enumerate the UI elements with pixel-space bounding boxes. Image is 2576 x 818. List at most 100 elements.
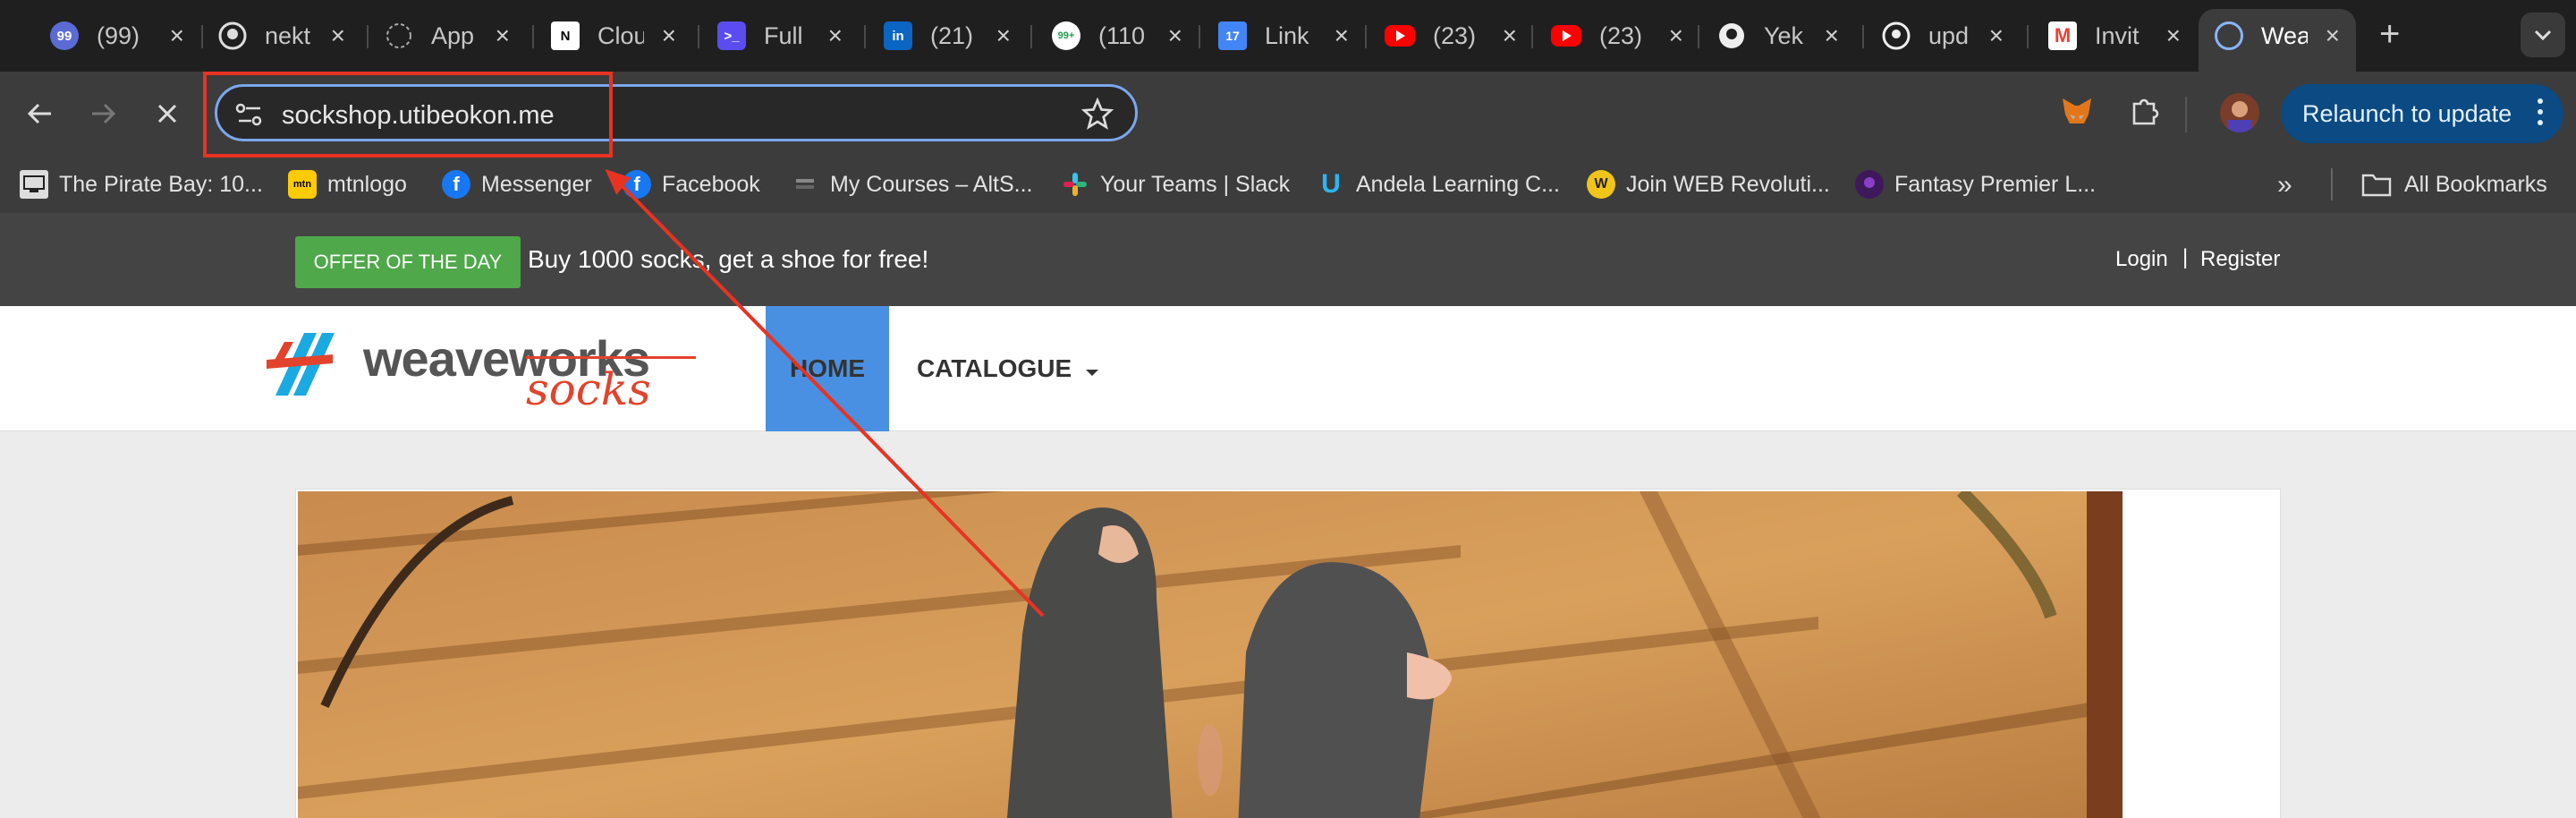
close-icon[interactable]: ×: [2166, 21, 2181, 50]
tab-separator: [1862, 25, 1864, 48]
tab-13[interactable]: M Invit ×: [2048, 11, 2181, 61]
close-icon[interactable]: ×: [1989, 21, 2004, 50]
weaveworks-socks-logo[interactable]: weaveworks socks: [267, 324, 696, 415]
address-bar[interactable]: sockshop.utibeokon.me: [215, 84, 1138, 141]
github-icon: [1882, 21, 1911, 50]
login-link[interactable]: Login: [2115, 247, 2168, 272]
bookmark-item[interactable]: mtn mtnlogo: [288, 168, 407, 200]
bookmark-item[interactable]: Your Teams | Slack: [1061, 168, 1290, 200]
weaveworks-mark-icon: [267, 333, 335, 396]
andela-icon: U: [1321, 169, 1341, 199]
close-icon[interactable]: ×: [1669, 21, 1683, 50]
gmail-icon: M: [2048, 21, 2077, 50]
linkedin-icon: in: [884, 21, 912, 50]
logo-strike: [526, 356, 696, 359]
toolbar-separator: [2185, 97, 2187, 132]
close-icon[interactable]: ×: [1503, 21, 1517, 50]
all-bookmarks-button[interactable]: All Bookmarks: [2361, 168, 2547, 200]
arrow-right-icon: [92, 103, 116, 124]
facebook-icon: f: [442, 170, 470, 199]
notification-badge-icon: 99: [50, 21, 79, 50]
bookmark-item[interactable]: The Pirate Bay: 10...: [20, 168, 263, 200]
caret-down-icon: [1085, 370, 1098, 376]
tab-12[interactable]: upd ×: [1882, 11, 2004, 61]
all-bookmarks-label: All Bookmarks: [2404, 171, 2547, 197]
avatar[interactable]: [2220, 93, 2259, 132]
tab-title: Clou: [597, 21, 644, 49]
tab-5[interactable]: >_ Full ×: [717, 11, 843, 61]
new-tab-button[interactable]: +: [2379, 14, 2400, 55]
close-icon[interactable]: ×: [1168, 21, 1182, 50]
metamask-icon[interactable]: [2059, 93, 2095, 133]
close-icon[interactable]: ×: [996, 21, 1011, 50]
close-icon[interactable]: ×: [496, 21, 510, 50]
tab-4[interactable]: N Clou ×: [551, 11, 676, 61]
slack-icon: [1061, 170, 1089, 199]
tab-3[interactable]: App ×: [385, 11, 510, 61]
tab-separator: [1030, 25, 1032, 48]
bookmarks-divider: [2331, 168, 2333, 200]
nav-home[interactable]: HOME: [766, 306, 889, 431]
close-icon[interactable]: ×: [662, 21, 676, 50]
tab-1[interactable]: 99 (99) ×: [50, 11, 184, 61]
bookmark-item[interactable]: f Messenger: [442, 168, 592, 200]
tab-title: (21): [930, 21, 974, 49]
tab-separator: [201, 25, 203, 48]
bookmark-item[interactable]: f Facebook: [623, 168, 760, 200]
close-icon[interactable]: ×: [331, 21, 345, 50]
url-text[interactable]: sockshop.utibeokon.me: [282, 101, 555, 131]
tab-10[interactable]: (23) ×: [1551, 11, 1683, 61]
stop-loading-button[interactable]: [145, 91, 190, 136]
tab-title: upd: [1928, 21, 1970, 49]
tab-2[interactable]: nekt ×: [218, 11, 345, 61]
bookmark-item[interactable]: Fantasy Premier L...: [1855, 168, 2096, 200]
bookmark-item[interactable]: W Join WEB Revoluti...: [1587, 168, 1830, 200]
tab-separator: [698, 25, 699, 48]
bookmark-item[interactable]: U Andela Learning C...: [1317, 168, 1560, 200]
forward-button[interactable]: [80, 91, 125, 136]
nav-catalogue[interactable]: CATALOGUE: [917, 354, 1100, 383]
github-icon: [218, 21, 247, 50]
kebab-menu-icon[interactable]: [2537, 97, 2544, 133]
site-topbar: OFFER OF THE DAY Buy 1000 socks, get a s…: [0, 213, 2576, 306]
tab-9[interactable]: (23) ×: [1385, 11, 1517, 61]
close-icon[interactable]: ×: [1825, 21, 1839, 50]
tab-title: Full: [764, 21, 803, 49]
relaunch-to-update-button[interactable]: Relaunch to update: [2281, 84, 2563, 143]
extensions-puzzle-icon[interactable]: [2129, 95, 2161, 132]
bookmark-star-icon[interactable]: [1080, 97, 1114, 134]
close-icon[interactable]: ×: [828, 21, 843, 50]
logo-sub-text: socks: [526, 363, 651, 415]
tab-separator: [1199, 25, 1200, 48]
tab-6[interactable]: in (21) ×: [884, 11, 1011, 61]
hero-carousel: [295, 489, 2281, 818]
youtube-icon: [1385, 25, 1415, 47]
hero-image-worn-socks: [298, 491, 2123, 818]
bookmark-label: Facebook: [662, 171, 760, 197]
tab-14-active[interactable]: Wea ×: [2215, 11, 2340, 61]
more-bookmarks-chevron-icon[interactable]: »: [2277, 170, 2292, 200]
bookmark-label: Messenger: [481, 171, 592, 197]
back-button[interactable]: [18, 91, 63, 136]
site-navbar: weaveworks socks HOME CATALOGUE: [0, 306, 2576, 431]
close-icon[interactable]: ×: [170, 21, 184, 50]
bookmarks-bar: The Pirate Bay: 10... mtn mtnlogo f Mess…: [0, 156, 2576, 213]
register-link[interactable]: Register: [2200, 247, 2280, 272]
tab-11[interactable]: Yek ×: [1717, 11, 1839, 61]
tab-8[interactable]: 17 Link ×: [1218, 11, 1349, 61]
weaveworks-favicon-icon: [2215, 21, 2243, 50]
close-icon[interactable]: ×: [2326, 21, 2340, 50]
tab-7[interactable]: 99+ (110 ×: [1052, 11, 1182, 61]
facebook-icon: f: [623, 170, 651, 199]
arrow-left-icon: [27, 103, 51, 124]
premier-league-icon: [1855, 170, 1884, 199]
relaunch-label: Relaunch to update: [2302, 99, 2512, 127]
tab-strip: 99 (99) × nekt × App × N Clou × >_ Full …: [0, 0, 2576, 72]
site-settings-icon[interactable]: [235, 101, 264, 132]
browser-window: 99 (99) × nekt × App × N Clou × >_ Full …: [0, 0, 2576, 818]
login-register-separator: |: [2182, 245, 2189, 269]
tab-separator: [2027, 25, 2029, 48]
tab-search-button[interactable]: [2521, 13, 2565, 57]
close-icon[interactable]: ×: [1335, 21, 1349, 50]
bookmark-item[interactable]: My Courses – AltS...: [791, 168, 1032, 200]
